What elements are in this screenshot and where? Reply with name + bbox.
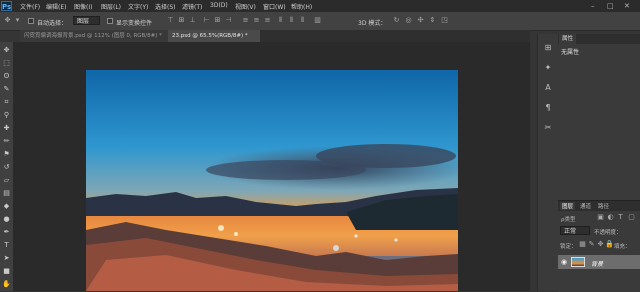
channels-tab[interactable]: 通道 [580,202,591,210]
maximize-icon[interactable]: □ [607,2,614,10]
quick-select-tool-icon[interactable]: ✎ [2,85,11,94]
layer-kind-filter[interactable]: ρ类型 [561,215,576,223]
eraser-tool-icon[interactable]: ▱ [2,176,11,185]
photoshop-logo: Ps [1,1,12,11]
menu-view[interactable]: 视图(V) [235,2,256,11]
healing-tool-icon[interactable]: ✚ [2,124,11,133]
properties-panel: 属性 无属性 [558,34,640,200]
document-tab-bar: 闪霓霓偏调海报背景.psd @ 112% (图层 0, RGB/8#) * 23… [20,30,530,42]
lock-brush-icon[interactable]: ✎ [587,240,596,249]
align-top-icon[interactable]: ⊤ [166,16,175,25]
marquee-tool-icon[interactable]: ⬚ [2,59,11,68]
distribute-bottom-icon[interactable]: ≡ [263,16,272,25]
distribute-top-icon[interactable]: ≡ [241,16,250,25]
fill-label: 填充： [614,244,631,250]
options-bar: ✥ ▾ 自动选择： 图层 显示变换控件 ⊤ ⊞ ⊥ ⊢ ⊞ ⊣ ≡ ≡ ≡ ⦀ … [0,12,640,31]
align-right-icon[interactable]: ⊣ [224,16,233,25]
distribute-hcenter-icon[interactable]: ⦀ [287,16,296,25]
align-left-icon[interactable]: ⊢ [202,16,211,25]
minimize-icon[interactable]: – [591,2,595,10]
dodge-tool-icon[interactable]: ● [2,215,11,224]
3d-mode-label: 3D 模式： [358,20,387,27]
filter-type-icon[interactable]: T [616,213,625,222]
properties-header: 属性 [558,34,640,44]
history-panel-icon[interactable]: ⊞ [542,42,554,54]
menu-bar: Ps 文件(F) 编辑(E) 图像(I) 图层(L) 文字(Y) 选择(S) 滤… [0,0,640,12]
character-panel-icon[interactable]: A [542,82,554,94]
3d-slide-icon[interactable]: ⇕ [428,16,437,25]
menu-image[interactable]: 图像(I) [74,2,92,11]
visibility-eye-icon[interactable]: ◉ [561,258,567,266]
tool-presets-icon[interactable]: ✂ [542,122,554,134]
distribute-right-icon[interactable]: ⦀ [298,16,307,25]
menu-layer[interactable]: 图层(L) [101,2,121,11]
auto-select-dropdown[interactable]: 图层 [73,16,100,25]
brush-presets-icon[interactable]: ✦ [542,62,554,74]
close-icon[interactable]: ✕ [624,2,630,10]
blur-tool-icon[interactable]: ◆ [2,202,11,211]
shape-tool-icon[interactable]: ■ [2,267,11,276]
align-hcenter-icon[interactable]: ⊞ [213,16,222,25]
tools-panel: ✥ ⬚ ʘ ✎ ⌗ ⚲ ✚ ✏ ⚑ ↺ ▱ ▤ ◆ ● ✒ T ➤ ■ ✋ [0,42,14,291]
doc-tab-1[interactable]: 闪霓霓偏调海报背景.psd @ 112% (图层 0, RGB/8#) * [20,30,168,42]
3d-roll-icon[interactable]: ◎ [404,16,413,25]
auto-select-label: 自动选择： [37,20,68,27]
align-vcenter-icon[interactable]: ⊞ [177,16,186,25]
crop-tool-icon[interactable]: ⌗ [2,98,11,107]
distribute-left-icon[interactable]: ⦀ [276,16,285,25]
brush-tool-icon[interactable]: ✏ [2,137,11,146]
lock-move-icon[interactable]: ✥ [596,240,605,249]
layers-panel-header: 图层 通道 路径 [558,201,640,211]
opacity-label: 不透明度： [594,230,622,236]
layer-row-background[interactable]: ◉ 背景 [558,255,640,269]
layers-panel: 图层 通道 路径 ρ类型 ▣ ◐ T ▢ 正常 不透明度： 锁定： ▦ ✎ ✥ … [558,200,640,292]
auto-select-checkbox[interactable] [28,18,34,24]
distribute-vcenter-icon[interactable]: ≡ [252,16,261,25]
menu-select[interactable]: 选择(S) [155,2,176,11]
layer-name[interactable]: 背景 [591,259,603,268]
lock-label: 锁定： [560,244,577,250]
move-tool-icon[interactable]: ✥ [3,16,12,25]
no-properties-text: 无属性 [561,49,580,56]
3d-rotate-icon[interactable]: ↻ [392,16,401,25]
menu-file[interactable]: 文件(F) [20,2,40,11]
show-transform-checkbox[interactable] [107,18,113,24]
pen-tool-icon[interactable]: ✒ [2,228,11,237]
layers-tab[interactable]: 图层 [560,202,576,210]
tool-preset-chevron-icon[interactable]: ▾ [13,16,22,25]
paths-tab[interactable]: 路径 [598,202,609,210]
panel-icon-dock: ⊞ ✦ A ¶ ✂ [537,34,559,291]
menu-help[interactable]: 帮助(H) [291,2,312,11]
lock-pixels-icon[interactable]: ▦ [578,240,587,249]
align-bottom-icon[interactable]: ⊥ [188,16,197,25]
document-image[interactable] [86,70,458,291]
gradient-tool-icon[interactable]: ▤ [2,189,11,198]
menu-edit[interactable]: 编辑(E) [46,2,66,11]
hand-tool-icon[interactable]: ✋ [2,280,11,289]
properties-tab[interactable]: 属性 [559,34,577,44]
paragraph-panel-icon[interactable]: ¶ [542,102,554,114]
layer-thumbnail [571,257,585,267]
history-brush-tool-icon[interactable]: ↺ [2,163,11,172]
doc-tab-2[interactable]: 23.psd @ 65.5%(RGB/8#) * [168,30,260,42]
move-tool-icon[interactable]: ✥ [2,46,11,55]
menu-window[interactable]: 窗口(W) [263,2,286,11]
clone-stamp-tool-icon[interactable]: ⚑ [2,150,11,159]
menu-type[interactable]: 文字(Y) [128,2,148,11]
eyedropper-tool-icon[interactable]: ⚲ [2,111,11,120]
lasso-tool-icon[interactable]: ʘ [2,72,11,81]
path-select-tool-icon[interactable]: ➤ [2,254,11,263]
lock-all-icon[interactable]: 🔒 [605,240,614,249]
3d-pan-icon[interactable]: ✣ [416,16,425,25]
filter-pixel-icon[interactable]: ▣ [596,213,605,222]
menu-3d[interactable]: 3D(D) [210,2,228,9]
filter-shape-icon[interactable]: ▢ [627,213,636,222]
blend-mode-dropdown[interactable]: 正常 [560,226,590,235]
show-transform-label: 显示变换控件 [116,20,153,27]
type-tool-icon[interactable]: T [2,241,11,250]
menu-filter[interactable]: 滤镜(T) [182,2,202,11]
auto-align-icon[interactable]: ▥ [313,16,322,25]
filter-adjust-icon[interactable]: ◐ [606,213,615,222]
3d-scale-icon[interactable]: ◳ [440,16,449,25]
